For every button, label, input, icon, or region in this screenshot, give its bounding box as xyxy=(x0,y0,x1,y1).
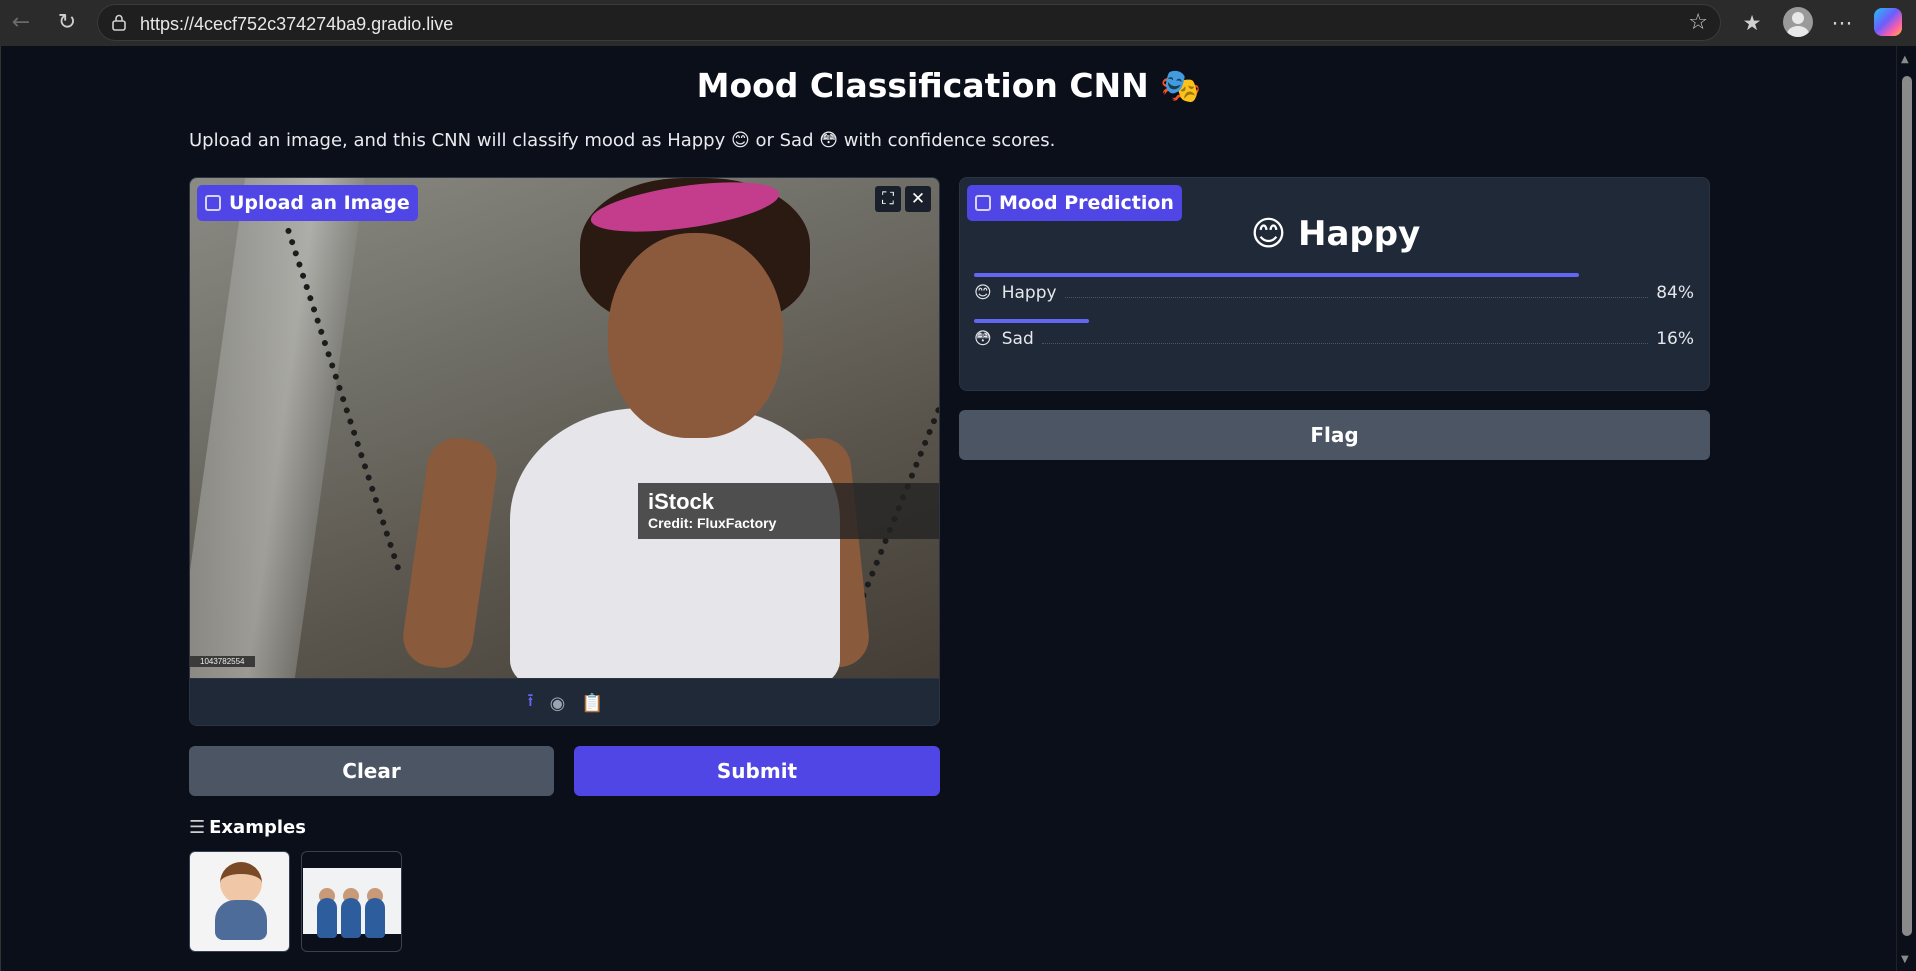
page-description: Upload an image, and this CNN will class… xyxy=(189,130,1056,151)
confidence-row: 😊 Happy 84% xyxy=(974,273,1694,303)
clear-button[interactable]: Clear xyxy=(189,746,554,796)
more-menu-icon[interactable]: ⋯ xyxy=(1827,8,1857,38)
page-title: Mood Classification CNN 🎭 xyxy=(696,66,1202,105)
uploaded-image: iStock Credit: FluxFactory 1043782554 xyxy=(190,178,939,678)
scroll-up-icon[interactable]: ▲ xyxy=(1901,54,1909,65)
flag-button[interactable]: Flag xyxy=(959,410,1710,460)
webcam-icon[interactable]: ◉ xyxy=(550,693,566,714)
confidence-bar xyxy=(974,273,1579,277)
clipboard-icon[interactable]: 📋 xyxy=(581,693,603,714)
input-label: Upload an Image xyxy=(197,185,418,221)
address-bar[interactable]: https://4cecf752c374274ba9.gradio.live ☆ xyxy=(97,4,1721,41)
list-icon: ☰ xyxy=(189,817,206,838)
confidence-row: 😳 Sad 16% xyxy=(974,319,1694,349)
fullscreen-icon[interactable]: ⛶ xyxy=(875,186,901,212)
scrollbar-thumb[interactable] xyxy=(1902,76,1912,936)
examples-header: ☰ Examples xyxy=(189,817,306,838)
image-upload-panel[interactable]: iStock Credit: FluxFactory 1043782554 Up… xyxy=(189,177,940,726)
confidence-value: 84% xyxy=(1656,283,1694,303)
examples-label: Examples xyxy=(209,817,306,838)
favorite-star-icon[interactable]: ☆ xyxy=(1688,10,1708,35)
close-icon[interactable]: ✕ xyxy=(905,186,931,212)
copilot-icon[interactable] xyxy=(1874,8,1902,36)
example-thumbnail[interactable] xyxy=(301,851,402,952)
example-thumbnail[interactable] xyxy=(189,851,290,952)
back-icon[interactable]: ← xyxy=(6,8,36,38)
source-selector: ⭱ ◉ 📋 xyxy=(190,678,939,725)
mood-prediction-panel: Mood Prediction 😊 Happy 😊 Happy 84% 😳 Sad 16% xyxy=(959,177,1710,391)
confidence-emoji: 😳 xyxy=(974,329,992,349)
watermark: iStock Credit: FluxFactory xyxy=(638,483,939,539)
confidence-emoji: 😊 xyxy=(974,283,992,303)
lock-icon xyxy=(112,14,126,31)
watermark-credit: Credit: FluxFactory xyxy=(648,515,777,531)
confidence-label: Sad xyxy=(1001,329,1034,349)
top-prediction: 😊 Happy xyxy=(1250,214,1421,254)
favorites-icon[interactable]: ★ xyxy=(1737,8,1767,38)
scrollbar[interactable]: ▲ ▼ xyxy=(1896,46,1916,971)
profile-avatar[interactable] xyxy=(1783,7,1813,37)
submit-button[interactable]: Submit xyxy=(574,746,940,796)
confidence-label: Happy xyxy=(1001,283,1057,303)
gradio-app: Mood Classification CNN 🎭 Upload an imag… xyxy=(0,46,1896,971)
bar-chart-icon xyxy=(975,195,991,211)
confidence-value: 16% xyxy=(1656,329,1694,349)
browser-toolbar: ← ↻ https://4cecf752c374274ba9.gradio.li… xyxy=(0,0,1916,46)
scroll-down-icon[interactable]: ▼ xyxy=(1901,954,1909,965)
url-text[interactable]: https://4cecf752c374274ba9.gradio.live xyxy=(140,14,453,35)
input-label-text: Upload an Image xyxy=(229,192,410,214)
image-icon xyxy=(205,195,221,211)
watermark-brand: iStock xyxy=(648,489,715,514)
image-id: 1043782554 xyxy=(190,656,255,667)
image-tools: ⛶ ✕ xyxy=(875,186,931,212)
reload-icon[interactable]: ↻ xyxy=(52,8,82,38)
confidence-bar xyxy=(974,319,1090,323)
upload-icon[interactable]: ⭱ xyxy=(527,688,533,718)
